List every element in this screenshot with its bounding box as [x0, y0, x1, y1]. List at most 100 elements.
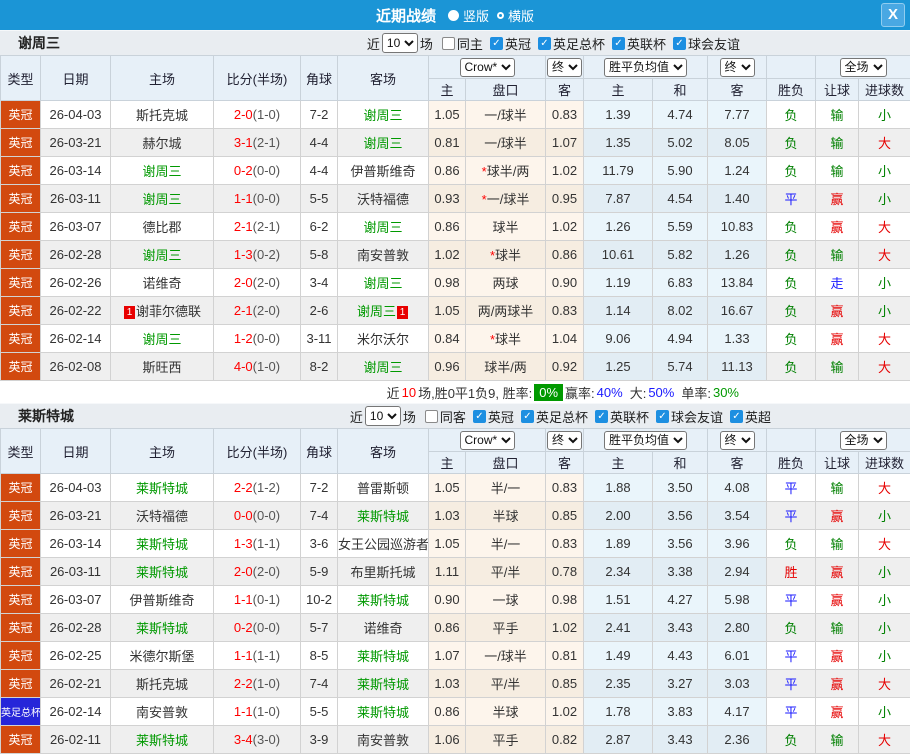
home-team: 谢周三 [111, 185, 214, 213]
table-row: 英足总杯26-02-14南安普敦1-1(1-0)5-5莱斯特城0.86半球1.0… [1, 698, 910, 726]
team-name: 伊普斯维奇 [350, 164, 415, 179]
close-icon[interactable]: X [881, 3, 905, 27]
league-type-badge: 英冠 [1, 213, 41, 241]
handicap-line: 球半/两 [466, 353, 546, 381]
team-name: 赫尔城 [142, 136, 181, 151]
col-date: 日期 [41, 56, 111, 101]
table-row: 英冠26-02-25米德尔斯堡1-1(1-1)8-5莱斯特城1.07一/球半0.… [1, 642, 910, 670]
result-goals: 小 [859, 614, 910, 642]
final-odds-select[interactable]: 终 [547, 58, 582, 77]
away-team: 莱斯特城 [338, 698, 429, 726]
avg-away-odds: 1.40 [708, 185, 767, 213]
match-date: 26-02-21 [41, 670, 111, 698]
odds-home: 1.05 [429, 474, 466, 502]
result-handicap: 输 [816, 157, 859, 185]
fulltime-select[interactable]: 全场 [840, 431, 887, 450]
league-checkbox-checked[interactable]: ✓ [673, 37, 686, 50]
result-goals: 大 [859, 241, 910, 269]
final-avg-select[interactable]: 终 [720, 431, 755, 450]
radio-horizontal[interactable] [497, 12, 504, 19]
avg-away-odds: 2.80 [708, 614, 767, 642]
league-checkbox-checked[interactable]: ✓ [490, 37, 503, 50]
handicap-win-label: 赢率: [565, 383, 595, 402]
corner-score: 4-4 [301, 157, 338, 185]
odds-home: 0.81 [429, 129, 466, 157]
team-name: 女王公园巡游者 [338, 537, 429, 552]
match-date: 26-03-11 [41, 185, 111, 213]
avg-home-odds: 1.49 [584, 642, 653, 670]
team-name: 南安普敦 [136, 705, 188, 720]
handicap-line: 半球 [466, 698, 546, 726]
odds-home: 0.86 [429, 157, 466, 185]
result-goals: 小 [859, 586, 910, 614]
team-name: 谢周三 [142, 332, 181, 347]
result-goals: 小 [859, 502, 910, 530]
result-goals: 大 [859, 353, 910, 381]
odds-home: 1.05 [429, 101, 466, 129]
bookmaker-select[interactable]: Crow* [460, 431, 515, 450]
league-checkbox-checked[interactable]: ✓ [538, 37, 551, 50]
big-rate: 50% [648, 385, 674, 400]
col-date: 日期 [41, 429, 111, 474]
avg-select-cell: 胜平负均值 [584, 429, 708, 452]
match-date: 26-02-25 [41, 642, 111, 670]
avg-home-odds: 1.26 [584, 213, 653, 241]
col-odds-away: 客 [546, 452, 584, 474]
league-type-badge: 英冠 [1, 614, 41, 642]
table-row: 英冠26-03-11谢周三1-1(0-0)5-5沃特福德0.93*一/球半0.9… [1, 185, 910, 213]
home-team: 赫尔城 [111, 129, 214, 157]
final-avg-select[interactable]: 终 [720, 58, 755, 77]
league-type-badge: 英冠 [1, 297, 41, 325]
avg-draw-odds: 4.27 [653, 586, 708, 614]
handicap-line: 球半 [466, 213, 546, 241]
league-checkbox-label: 英联杯 [610, 407, 649, 426]
match-score: 1-2(0-0) [214, 325, 301, 353]
odds-away: 0.83 [546, 474, 584, 502]
league-checkbox-label: 英足总杯 [553, 34, 605, 53]
same-venue-checkbox[interactable] [442, 37, 455, 50]
radio-vertical-selected[interactable] [448, 10, 459, 21]
final-select-cell: 终 [546, 56, 584, 79]
col-odds-home: 主 [429, 452, 466, 474]
avg-select[interactable]: 胜平负均值 [604, 58, 687, 77]
team-name: 斯托克城 [136, 108, 188, 123]
fulltime-select[interactable]: 全场 [840, 58, 887, 77]
league-checkbox-label: 英冠 [505, 34, 531, 53]
table-row: 英冠26-02-26诺维奇2-0(2-0)3-4谢周三0.98两球0.901.1… [1, 269, 910, 297]
league-checkbox-checked[interactable]: ✓ [473, 410, 486, 423]
league-checkbox-checked[interactable]: ✓ [656, 410, 669, 423]
result-wdl: 负 [767, 726, 816, 754]
same-venue-checkbox[interactable] [425, 410, 438, 423]
league-type-badge: 英冠 [1, 474, 41, 502]
avg-home-odds: 9.06 [584, 325, 653, 353]
away-team: 莱斯特城 [338, 586, 429, 614]
handicap-line: 一/球半 [466, 129, 546, 157]
avg-select[interactable]: 胜平负均值 [604, 431, 687, 450]
handicap-line: 平手 [466, 726, 546, 754]
league-checkbox-checked[interactable]: ✓ [521, 410, 534, 423]
col-corner: 角球 [301, 429, 338, 474]
odds-away: 0.95 [546, 185, 584, 213]
near-label: 近 [367, 34, 380, 53]
final-odds-select[interactable]: 终 [547, 431, 582, 450]
result-goals: 大 [859, 213, 910, 241]
odds-home: 0.84 [429, 325, 466, 353]
league-checkbox-checked[interactable]: ✓ [595, 410, 608, 423]
match-count-select[interactable]: 10 [382, 33, 418, 53]
team-name: 普雷斯顿 [357, 481, 409, 496]
avg-home-odds: 1.89 [584, 530, 653, 558]
team-name: 布里斯托城 [350, 565, 415, 580]
match-count-select[interactable]: 10 [365, 406, 401, 426]
odds-home: 1.11 [429, 558, 466, 586]
avg-draw-odds: 3.50 [653, 474, 708, 502]
bookmaker-select[interactable]: Crow* [460, 58, 515, 77]
avg-home-odds: 1.35 [584, 129, 653, 157]
odds-away: 0.78 [546, 558, 584, 586]
home-team: 沃特福德 [111, 502, 214, 530]
league-checkbox-checked[interactable]: ✓ [612, 37, 625, 50]
result-handicap: 赢 [816, 502, 859, 530]
corner-score: 5-9 [301, 558, 338, 586]
league-checkbox-checked[interactable]: ✓ [730, 410, 743, 423]
result-wdl: 平 [767, 642, 816, 670]
handicap-line: 一/球半 [466, 101, 546, 129]
